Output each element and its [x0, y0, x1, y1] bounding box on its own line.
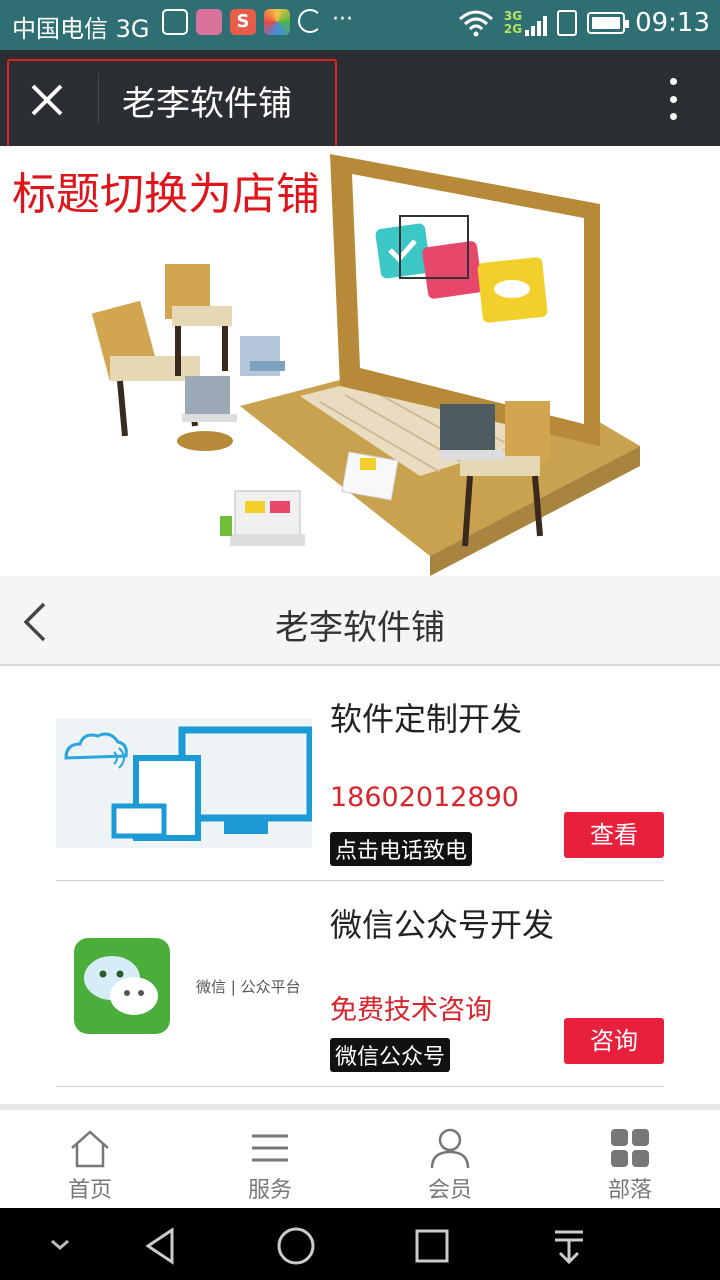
devices-thumbnail: [56, 718, 312, 848]
wechat-thumbnail: 微信 | 公众平台: [56, 924, 312, 1054]
product-tag: 微信公众号: [330, 1038, 451, 1072]
game-icon: [196, 9, 222, 35]
tab-label: 会员: [427, 1178, 472, 1203]
sync-icon: [298, 9, 322, 33]
tab-label: 首页: [67, 1178, 112, 1203]
tab-member[interactable]: 会员: [360, 1110, 540, 1208]
signal-icon: 3G 2G: [504, 10, 548, 36]
system-nav-bar: [0, 1208, 720, 1280]
grid-icon: [611, 1129, 649, 1167]
product-tag: 点击电话致电: [330, 832, 473, 866]
back-icon[interactable]: [140, 1226, 180, 1266]
list-icon: [252, 1134, 288, 1162]
user-icon: [430, 1128, 470, 1168]
shop-header: 老李软件铺: [0, 576, 720, 666]
home-icon: [71, 1130, 109, 1168]
phone-number[interactable]: 18602012890: [330, 782, 519, 813]
bottom-tab-bar: 首页 服务 会员 部落: [0, 1104, 720, 1208]
consult-button[interactable]: 咨询: [564, 1018, 664, 1064]
collapse-icon[interactable]: [46, 1236, 74, 1254]
more-menu-icon[interactable]: [668, 78, 678, 120]
app-colorful-icon: [264, 9, 290, 35]
product-name: 微信公众号开发: [330, 906, 555, 944]
product-name: 软件定制开发: [330, 700, 523, 738]
list-item[interactable]: 微信 | 公众平台 微信公众号开发 免费技术咨询 微信公众号 咨询: [56, 896, 664, 1076]
battery-icon: [587, 12, 630, 34]
tab-community[interactable]: 部落: [540, 1110, 720, 1208]
app-s-icon: S: [230, 9, 256, 35]
tab-label: 部落: [607, 1178, 652, 1203]
title-highlight-box: [7, 59, 337, 152]
divider: [56, 1086, 664, 1087]
view-button[interactable]: 查看: [564, 812, 664, 858]
wechat-icon: [74, 938, 170, 1034]
divider: [56, 880, 664, 881]
status-bar: 中国电信 3G S ··· 3G 2G 09:13: [0, 0, 720, 50]
tab-services[interactable]: 服务: [180, 1110, 360, 1208]
tab-home[interactable]: 首页: [0, 1110, 180, 1208]
sim-icon: [557, 10, 578, 36]
list-item[interactable]: 软件定制开发 18602012890 点击电话致电 查看: [56, 690, 664, 870]
home-button-icon[interactable]: [276, 1226, 316, 1266]
notification-pull-icon[interactable]: [552, 1226, 586, 1266]
more-notifications-icon: ···: [332, 7, 353, 32]
recents-icon[interactable]: [414, 1226, 450, 1266]
product-highlight: 免费技术咨询: [330, 995, 492, 1026]
shop-title: 老李软件铺: [275, 608, 445, 648]
gallery-icon: [162, 9, 188, 35]
wechat-platform-label: 微信 | 公众平台: [196, 978, 301, 996]
clock: 09:13: [635, 8, 710, 38]
tab-label: 服务: [247, 1178, 292, 1203]
carrier-label: 中国电信 3G: [12, 15, 150, 43]
annotation-text: 标题切换为店铺: [12, 169, 320, 220]
notification-icons: S ···: [162, 9, 353, 35]
wifi-icon: [458, 10, 493, 37]
